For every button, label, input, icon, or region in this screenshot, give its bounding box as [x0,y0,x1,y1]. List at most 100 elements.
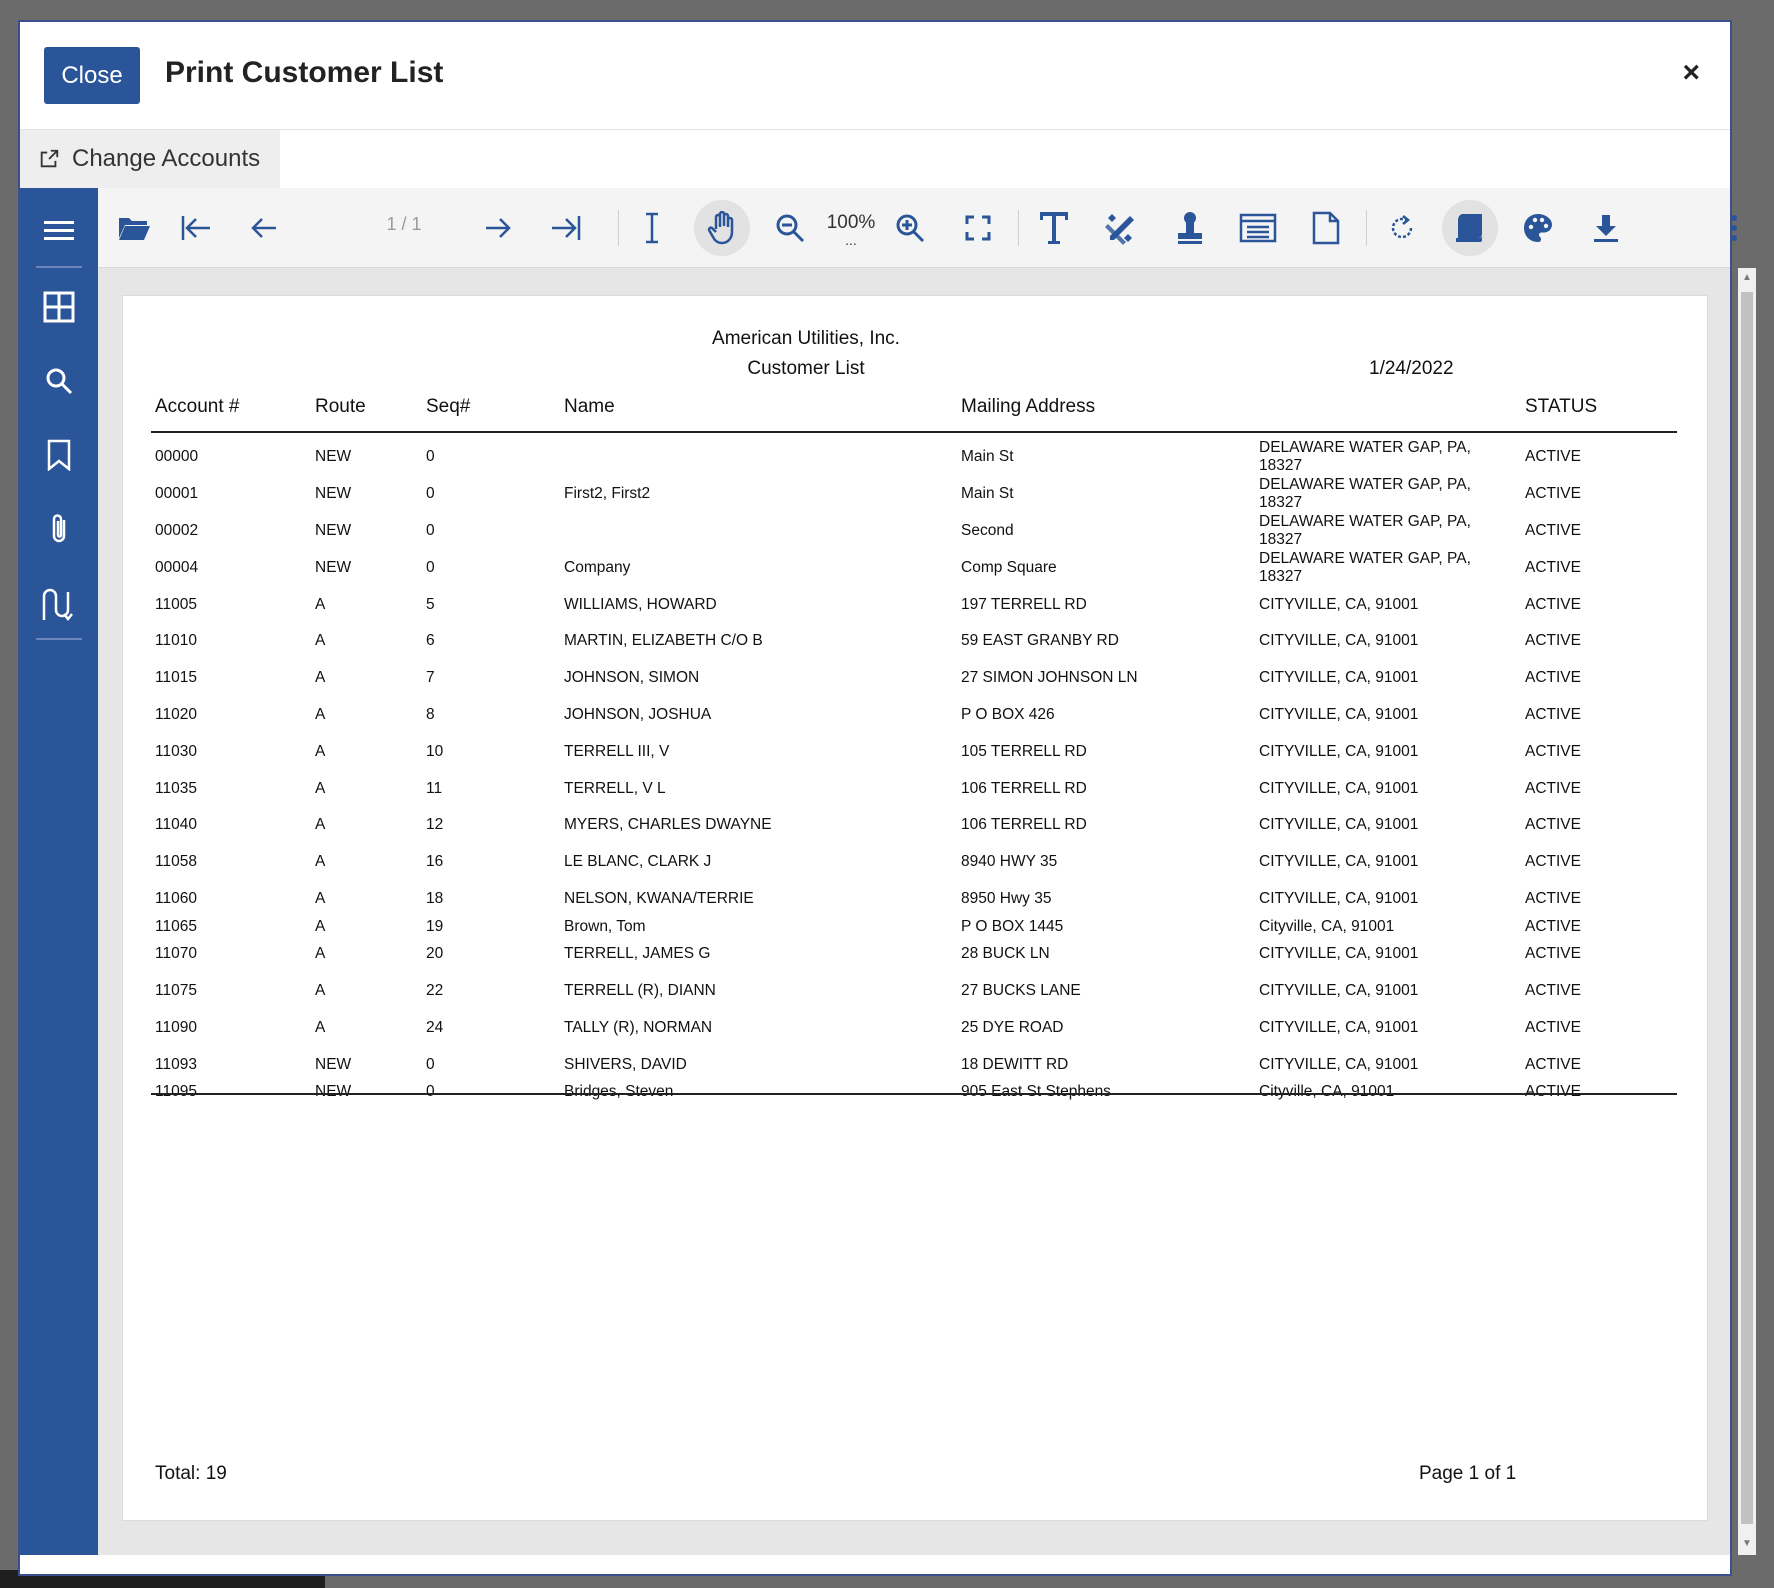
form-fields-icon[interactable] [1230,200,1286,256]
dialog-title: Print Customer List [165,56,444,89]
cell-addr1: 106 TERRELL RD [961,780,1087,797]
zoom-level[interactable]: 100% [821,212,881,234]
close-x-icon[interactable]: × [1682,56,1700,90]
cell-addr2: DELAWARE WATER GAP, PA, 18327 [1259,550,1471,585]
attachment-icon[interactable] [20,498,98,560]
cell-addr2: CITYVILLE, CA, 91001 [1259,632,1419,649]
draw-tool-icon[interactable] [1094,200,1150,256]
cell-addr1: P O BOX 1445 [961,918,1064,935]
cell-route: A [315,890,326,907]
cell-seq: 0 [426,559,435,576]
cell-name: JOHNSON, JOSHUA [564,706,712,723]
cell-route: A [315,982,326,999]
cell-status: ACTIVE [1525,596,1581,613]
cell-addr2: CITYVILLE, CA, 91001 [1259,780,1419,797]
search-icon[interactable] [20,350,98,412]
sidebar-divider [36,638,82,640]
zoom-out-icon[interactable] [762,200,818,256]
scrollbar-thumb[interactable] [1741,292,1753,1524]
cell-account: 11070 [155,945,197,962]
cell-name: LE BLANC, CLARK J [564,853,712,870]
cell-name: Brown, Tom [564,918,646,935]
cell-addr1: Main St [961,448,1014,465]
cell-status: ACTIVE [1525,669,1581,686]
cell-status: ACTIVE [1525,743,1581,760]
download-icon[interactable] [1578,200,1634,256]
column-header-route: Route [315,396,366,417]
text-select-icon[interactable] [624,200,680,256]
cell-addr1: 106 TERRELL RD [961,816,1087,833]
thumbnails-icon[interactable] [20,276,98,338]
cell-route: A [315,1019,326,1036]
zoom-options[interactable]: ... [821,232,881,248]
cell-addr1: 905 East St Stephens [961,1083,1111,1100]
table-bottom-rule [151,1093,1677,1095]
change-accounts-button[interactable]: Change Accounts [20,130,280,188]
cell-name: WILLIAMS, HOWARD [564,596,717,613]
cell-seq: 5 [426,596,435,613]
pan-hand-icon[interactable] [694,200,750,256]
cell-account: 11090 [155,1019,197,1036]
stamp-icon[interactable] [1162,200,1218,256]
cell-status: ACTIVE [1525,982,1581,999]
menu-icon[interactable] [20,200,98,262]
toolbar-divider [1018,210,1019,246]
text-tool-icon[interactable] [1026,200,1082,256]
cell-name: NELSON, KWANA/TERRIE [564,890,754,907]
next-page-icon[interactable] [470,200,526,256]
toolbar-divider [618,210,619,246]
cell-account: 11005 [155,596,197,613]
cell-account: 11035 [155,780,197,797]
scroll-down-icon[interactable]: ▼ [1742,1538,1752,1549]
close-button[interactable]: Close [44,47,140,104]
palette-icon[interactable] [1510,200,1566,256]
more-options-icon[interactable] [1706,200,1762,256]
column-header-account: Account # [155,396,240,417]
cell-status: ACTIVE [1525,485,1581,502]
cell-addr2: CITYVILLE, CA, 91001 [1259,1019,1419,1036]
cell-route: NEW [315,559,352,576]
cell-addr2: Cityville, CA, 91001 [1259,918,1395,935]
print-layout-icon[interactable] [1442,200,1498,256]
signature-icon[interactable] [20,572,98,634]
zoom-in-icon[interactable] [882,200,938,256]
report-page-number: Page 1 of 1 [1419,1463,1517,1484]
cell-addr1: 8950 Hwy 35 [961,890,1052,907]
cell-addr2: CITYVILLE, CA, 91001 [1259,945,1419,962]
first-page-icon[interactable] [168,200,224,256]
cell-account: 11010 [155,632,197,649]
change-accounts-label: Change Accounts [72,145,261,172]
open-folder-icon[interactable] [106,200,162,256]
cell-status: ACTIVE [1525,945,1581,962]
cell-account: 00004 [155,559,199,576]
cell-seq: 0 [426,448,435,465]
page-icon[interactable] [1298,200,1354,256]
last-page-icon[interactable] [538,200,594,256]
cell-account: 11065 [155,918,197,935]
cell-route: A [315,596,326,613]
cell-route: A [315,743,326,760]
cell-status: ACTIVE [1525,559,1581,576]
cell-account: 11040 [155,816,197,833]
scroll-up-icon[interactable]: ▲ [1742,272,1752,283]
cell-addr1: Main St [961,485,1014,502]
cell-name: TERRELL, JAMES G [564,945,711,962]
page-indicator[interactable]: 1 / 1 [364,214,444,235]
cell-route: A [315,669,326,686]
report-total: Total: 19 [155,1463,227,1484]
cell-addr1: 8940 HWY 35 [961,853,1058,870]
sidebar-divider [36,266,82,268]
fullscreen-icon[interactable] [950,200,1006,256]
viewer-sidebar [20,188,98,1555]
bookmark-icon[interactable] [20,424,98,486]
vertical-scrollbar[interactable]: ▲ ▼ [1738,268,1756,1555]
cell-account: 00001 [155,485,199,502]
cell-addr2: DELAWARE WATER GAP, PA, 18327 [1259,476,1471,511]
cell-addr1: 27 BUCKS LANE [961,982,1081,999]
rotate-icon[interactable] [1374,200,1430,256]
previous-page-icon[interactable] [236,200,292,256]
cell-addr1: Second [961,522,1014,539]
cell-name: Company [564,559,631,576]
cell-account: 00000 [155,448,199,465]
cell-status: ACTIVE [1525,890,1581,907]
